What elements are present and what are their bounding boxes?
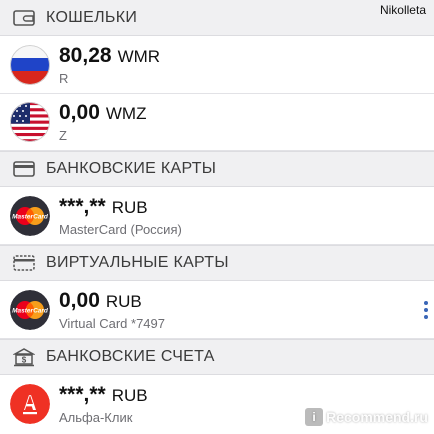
svg-text:$: $ [22,356,27,365]
mastercard-icon: MasterCard [10,195,50,236]
virtual-card-currency: RUB [105,291,142,311]
watermark-badge: i [305,408,324,426]
account-subtitle: Альфа-Клик [59,410,133,425]
section-header-virtual-cards: ВИРТУАЛЬНЫЕ КАРТЫ [0,245,434,281]
russia-flag-icon [10,44,50,85]
virtual-card-icon [12,253,36,273]
bank-icon: $ [12,347,36,367]
svg-text:MasterCard: MasterCard [12,213,49,220]
wallet-subtitle: R [59,70,69,86]
virtual-card-row[interactable]: MasterCard 0,00 RUB Virtual Card *7497 [0,281,434,339]
account-balance: ***,** [59,383,106,406]
bank-card-row[interactable]: MasterCard ***,** RUB MasterCard (Россия… [0,187,434,245]
watermark: i Recommend.ru [305,408,428,426]
credit-card-icon [12,159,36,179]
wallet-balance: 0,00 [59,101,100,124]
section-header-wallets: КОШЕЛЬКИ [0,0,434,36]
wallet-subtitle: Z [59,128,67,143]
account-currency: RUB [111,386,148,405]
alfa-bank-icon [10,384,50,424]
section-title-wallets: КОШЕЛЬКИ [46,8,138,26]
svg-text:MasterCard: MasterCard [12,307,49,314]
virtual-card-balance: 0,00 [59,288,100,312]
section-header-bank-accounts: $ БАНКОВСКИЕ СЧЕТА [0,339,434,375]
usa-flag-icon [10,102,50,142]
virtual-card-subtitle: Virtual Card *7497 [59,315,165,331]
username-label: Nikolleta [379,3,426,17]
section-header-bank-cards: БАНКОВСКИЕ КАРТЫ [0,151,434,187]
card-currency: RUB [111,197,148,217]
mastercard-icon: MasterCard [10,289,50,330]
wallet-row-wmr[interactable]: 80,28 WMR R [0,36,434,94]
wallet-currency: WMZ [105,104,147,123]
more-options-icon[interactable] [424,301,428,319]
section-title-virtual-cards: ВИРТУАЛЬНЫЕ КАРТЫ [46,254,229,271]
wallet-row-wmz[interactable]: 0,00 WMZ Z [0,94,434,151]
card-subtitle: MasterCard (Россия) [59,221,182,237]
watermark-text: Recommend.ru [326,409,428,425]
section-title-bank-accounts: БАНКОВСКИЕ СЧЕТА [46,348,215,365]
wallet-balance: 80,28 [59,43,112,67]
wallet-icon [12,8,36,28]
section-title-bank-cards: БАНКОВСКИЕ КАРТЫ [46,160,217,177]
wallet-currency: WMR [117,46,161,66]
card-balance: ***,** [59,194,106,218]
